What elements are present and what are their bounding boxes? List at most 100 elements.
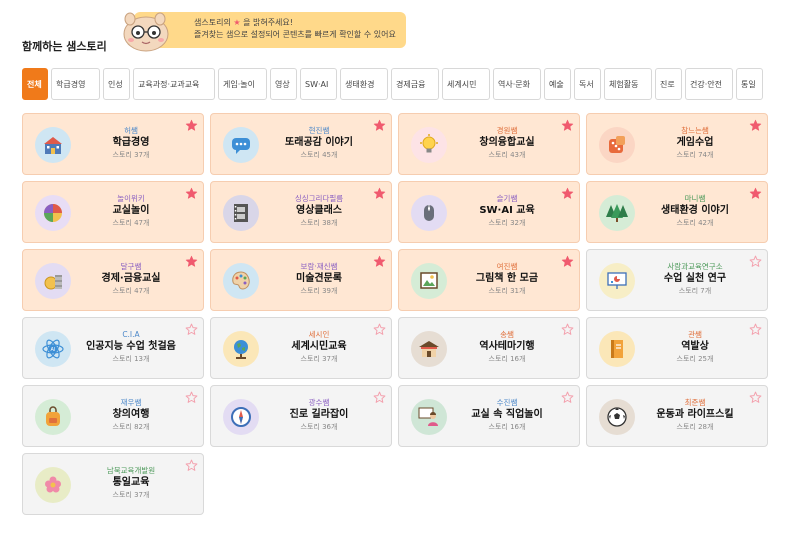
- lightbulb-icon: [411, 127, 447, 163]
- notice-line2: 즐겨찾는 샘으로 설정되어 콘텐츠를 빠르게 확인할 수 있어요: [194, 30, 396, 39]
- star-filled-icon[interactable]: [185, 255, 198, 268]
- story-card[interactable]: 재우쌤 창의여행 스토리 82개: [22, 385, 204, 447]
- notice-line1-b: 을 밝혀주세요!: [243, 18, 293, 27]
- story-card[interactable]: 현진쌤 또래공감 이야기 스토리 45개: [210, 113, 392, 175]
- story-card[interactable]: 여진쌤 그림책 한 모금 스토리 31개: [398, 249, 580, 311]
- filter-chip-10[interactable]: 역사·문화: [493, 68, 541, 100]
- story-count: 스토리 7개: [678, 287, 712, 295]
- card-text: 남북교육개발원 통일교육 스토리 37개: [73, 465, 189, 500]
- card-text: 달구쌤 경제·금융교실 스토리 47개: [73, 261, 189, 296]
- card-text: 재우쌤 창의여행 스토리 82개: [73, 397, 189, 432]
- star-filled-icon[interactable]: [373, 255, 386, 268]
- star-filled-icon[interactable]: [749, 187, 762, 200]
- story-count: 스토리 25개: [676, 355, 714, 363]
- story-count: 스토리 39개: [300, 287, 338, 295]
- card-title: 미술견문록: [296, 273, 342, 284]
- star-outline-icon[interactable]: [561, 391, 574, 404]
- palace-icon: [411, 331, 447, 367]
- star-outline-icon[interactable]: [749, 323, 762, 336]
- filter-chip-6[interactable]: SW·AI: [300, 68, 337, 100]
- filter-chip-11[interactable]: 예술: [544, 68, 571, 100]
- star-icon: ★: [233, 18, 241, 27]
- story-card[interactable]: 달구쌤 경제·금융교실 스토리 47개: [22, 249, 204, 311]
- story-card[interactable]: 슬기쌤 SW·AI 교육 스토리 32개: [398, 181, 580, 243]
- filter-chip-2[interactable]: 인성: [103, 68, 130, 100]
- filter-chip-13[interactable]: 체험활동: [604, 68, 652, 100]
- story-count: 스토리 47개: [112, 219, 150, 227]
- favorite-notice: 샘스토리의 ★ 을 밝혀주세요! 즐겨찾는 샘으로 설정되어 콘텐츠를 빠르게 …: [116, 12, 406, 52]
- star-filled-icon[interactable]: [185, 119, 198, 132]
- teacher-name: 관쌤: [688, 330, 702, 339]
- story-count: 스토리 16개: [488, 355, 526, 363]
- filter-chip-9[interactable]: 세계시민: [442, 68, 490, 100]
- story-card[interactable]: 싱싱그리다필름 영상클래스 스토리 38개: [210, 181, 392, 243]
- story-card[interactable]: 광수쌤 진로 길라잡이 스토리 36개: [210, 385, 392, 447]
- star-filled-icon[interactable]: [749, 119, 762, 132]
- card-text: 현진쌤 또래공감 이야기 스토리 45개: [261, 125, 377, 160]
- story-card[interactable]: 허쌤 학급경영 스토리 37개: [22, 113, 204, 175]
- story-count: 스토리 13개: [112, 355, 150, 363]
- story-card[interactable]: 남북교육개발원 통일교육 스토리 37개: [22, 453, 204, 515]
- story-count: 스토리 37개: [300, 355, 338, 363]
- chat-icon: [223, 127, 259, 163]
- star-outline-icon[interactable]: [373, 323, 386, 336]
- card-title: 학급경영: [112, 137, 150, 148]
- card-text: 슬기쌤 SW·AI 교육 스토리 32개: [449, 193, 565, 228]
- star-filled-icon[interactable]: [561, 187, 574, 200]
- story-card[interactable]: 참느는쌤 게임수업 스토리 74개: [586, 113, 768, 175]
- filter-chip-12[interactable]: 독서: [574, 68, 601, 100]
- star-outline-icon[interactable]: [749, 391, 762, 404]
- filter-chip-7[interactable]: 생태환경: [340, 68, 388, 100]
- story-card[interactable]: 수진쌤 교실 속 직업놀이 스토리 16개: [398, 385, 580, 447]
- story-card[interactable]: 관쌤 역발상 스토리 25개: [586, 317, 768, 379]
- story-card[interactable]: 사람과교육연구소 수업 실천 연구 스토리 7개: [586, 249, 768, 311]
- teacher-name: 최준쌤: [684, 398, 706, 407]
- story-card[interactable]: 최준쌤운동과 라이프스킬스토리 28개: [586, 385, 768, 447]
- dice-icon: [599, 127, 635, 163]
- filter-chip-14[interactable]: 진로: [655, 68, 682, 100]
- star-outline-icon[interactable]: [749, 255, 762, 268]
- star-outline-icon[interactable]: [185, 459, 198, 472]
- filter-chip-5[interactable]: 영상: [270, 68, 297, 100]
- filter-chip-3[interactable]: 교육과정·교과교육: [133, 68, 215, 100]
- story-card[interactable]: 보람·재신쌤 미술견문록 스토리 39개: [210, 249, 392, 311]
- filter-chip-1[interactable]: 학급경영: [51, 68, 100, 100]
- story-count: 스토리 37개: [112, 491, 150, 499]
- filter-chip-0[interactable]: 전체: [22, 68, 48, 100]
- star-filled-icon[interactable]: [561, 255, 574, 268]
- filter-chip-16[interactable]: 통일: [736, 68, 763, 100]
- star-outline-icon[interactable]: [373, 391, 386, 404]
- card-text: 허쌤 학급경영 스토리 37개: [73, 125, 189, 160]
- star-filled-icon[interactable]: [373, 187, 386, 200]
- card-text: 참느는쌤 게임수업 스토리 74개: [637, 125, 753, 160]
- star-outline-icon[interactable]: [561, 323, 574, 336]
- card-title: 운동과 라이프스킬: [656, 409, 734, 420]
- card-text: 세시인 세계시민교육 스토리 37개: [261, 329, 377, 364]
- story-card-grid: 허쌤학급경영스토리 37개 현진쌤 또래공감 이야기 스토리 45개 경원쌤 창의융합교실…: [22, 113, 768, 515]
- story-card[interactable]: 놀이위키 교실놀이 스토리 47개: [22, 181, 204, 243]
- coin-icon: [35, 263, 71, 299]
- globe-icon: [223, 331, 259, 367]
- story-card[interactable]: 세시인 세계시민교육 스토리 37개: [210, 317, 392, 379]
- story-card[interactable]: 송쌤 역사테마기행 스토리 16개: [398, 317, 580, 379]
- star-filled-icon[interactable]: [185, 187, 198, 200]
- filter-chip-8[interactable]: 경제금융: [391, 68, 439, 100]
- story-count: 스토리 74개: [676, 151, 714, 159]
- star-filled-icon[interactable]: [561, 119, 574, 132]
- teacher-name: 허쌤: [124, 126, 138, 135]
- filter-chip-15[interactable]: 건강·안전: [685, 68, 733, 100]
- teacher-name: 사람과교육연구소: [667, 262, 723, 271]
- star-outline-icon[interactable]: [185, 323, 198, 336]
- story-count: 스토리 31개: [488, 287, 526, 295]
- story-card[interactable]: AI C.I.A 인공지능 수업 첫걸음 스토리 13개: [22, 317, 204, 379]
- star-outline-icon[interactable]: [185, 391, 198, 404]
- story-card[interactable]: 경원쌤 창의융합교실 스토리 43개: [398, 113, 580, 175]
- palette-icon: [223, 263, 259, 299]
- teacher-name: 경원쌤: [496, 126, 518, 135]
- book-icon: [599, 331, 635, 367]
- story-count: 스토리 28개: [676, 423, 714, 431]
- star-filled-icon[interactable]: [373, 119, 386, 132]
- story-card[interactable]: 마니쌤 생태환경 이야기 스토리 42개: [586, 181, 768, 243]
- teacher-name: 싱싱그리다필름: [294, 194, 344, 203]
- filter-chip-4[interactable]: 게임·놀이: [218, 68, 267, 100]
